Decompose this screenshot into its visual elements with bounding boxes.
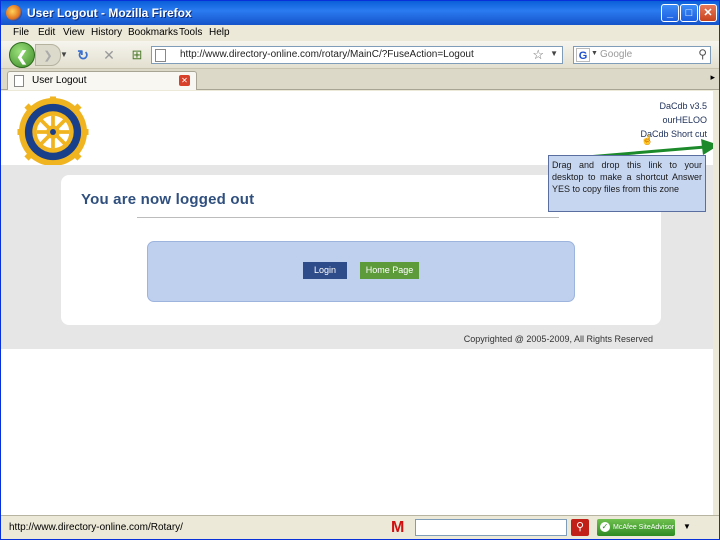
new-tab-icon[interactable]: ⊞: [125, 44, 149, 66]
menu-file[interactable]: File: [13, 27, 29, 38]
url-bar[interactable]: http://www.directory-online.com/rotary/M…: [151, 46, 563, 64]
tab-close-icon[interactable]: ✕: [179, 75, 190, 86]
tab-user-logout[interactable]: User Logout ✕: [7, 71, 197, 90]
title-divider: [137, 217, 559, 218]
login-button[interactable]: Login: [303, 262, 347, 279]
history-dropdown-icon[interactable]: ▼: [59, 44, 69, 66]
reload-icon[interactable]: ↻: [73, 44, 93, 66]
bookmark-star-icon[interactable]: ☆: [532, 47, 544, 63]
menu-edit[interactable]: Edit: [38, 27, 55, 38]
url-text[interactable]: http://www.directory-online.com/rotary/M…: [180, 49, 474, 60]
page-icon: [14, 75, 24, 87]
check-icon: ✓: [600, 522, 610, 532]
search-engine-dropdown-icon[interactable]: ▼: [591, 50, 598, 57]
status-bar: http://www.directory-online.com/Rotary/ …: [1, 515, 719, 539]
siteadvisor-dropdown-icon[interactable]: ▼: [683, 522, 691, 531]
siteadvisor-button[interactable]: ✓ McAfee SiteAdvisor: [597, 519, 675, 536]
stop-icon[interactable]: ✕: [99, 44, 119, 66]
close-button[interactable]: ✕: [699, 4, 717, 22]
forward-button[interactable]: ❯: [35, 44, 61, 66]
copyright-text: Copyrighted @ 2005-2009, All Rights Rese…: [463, 334, 653, 344]
title-bar[interactable]: User Logout - Mozilla Firefox _ □ ✕: [1, 1, 719, 25]
google-icon[interactable]: G: [576, 48, 590, 62]
page-icon: [155, 49, 166, 62]
browser-window: User Logout - Mozilla Firefox _ □ ✕ File…: [0, 0, 720, 540]
mcafee-search-input[interactable]: [415, 519, 567, 536]
tab-strip: User Logout ✕ ▸: [1, 69, 719, 90]
tab-label: User Logout: [32, 75, 87, 86]
menu-tools[interactable]: Tools: [179, 27, 202, 38]
home-page-button[interactable]: Home Page: [360, 262, 419, 279]
shortcut-tooltip: Drag and drop this link to your desktop …: [548, 155, 706, 212]
search-input[interactable]: Google: [600, 49, 632, 60]
mcafee-search-icon[interactable]: ⚲: [571, 519, 589, 536]
navigation-toolbar: ❮ ❯ ▼ ↻ ✕ ⊞ http://www.directory-online.…: [1, 41, 719, 69]
list-all-tabs-icon[interactable]: ▸: [710, 72, 715, 83]
search-icon[interactable]: ⚲: [698, 47, 707, 61]
window-edge: [713, 91, 719, 515]
firefox-icon: [6, 5, 22, 21]
menu-bar: File Edit View History Bookmarks Tools H…: [1, 25, 719, 41]
menu-history[interactable]: History: [91, 27, 122, 38]
rotary-logo-icon: [17, 96, 89, 168]
maximize-button[interactable]: □: [680, 4, 698, 22]
minimize-button[interactable]: _: [661, 4, 679, 22]
menu-bookmarks[interactable]: Bookmarks: [128, 27, 178, 38]
window-title: User Logout - Mozilla Firefox: [27, 6, 192, 20]
page-title: You are now logged out: [81, 191, 255, 208]
status-url: http://www.directory-online.com/Rotary/: [9, 522, 183, 533]
menu-help[interactable]: Help: [209, 27, 230, 38]
mcafee-icon[interactable]: M: [391, 519, 404, 537]
back-button[interactable]: ❮: [9, 42, 35, 68]
search-bar[interactable]: G ▼ Google ⚲: [573, 46, 711, 64]
siteadvisor-label: McAfee SiteAdvisor: [613, 524, 675, 531]
menu-view[interactable]: View: [63, 27, 85, 38]
url-dropdown-icon[interactable]: ▼: [550, 49, 558, 58]
page-viewport: DaCdb v3.5 ourHELOO DaCdb Short cut ☝ Yo…: [1, 91, 713, 515]
